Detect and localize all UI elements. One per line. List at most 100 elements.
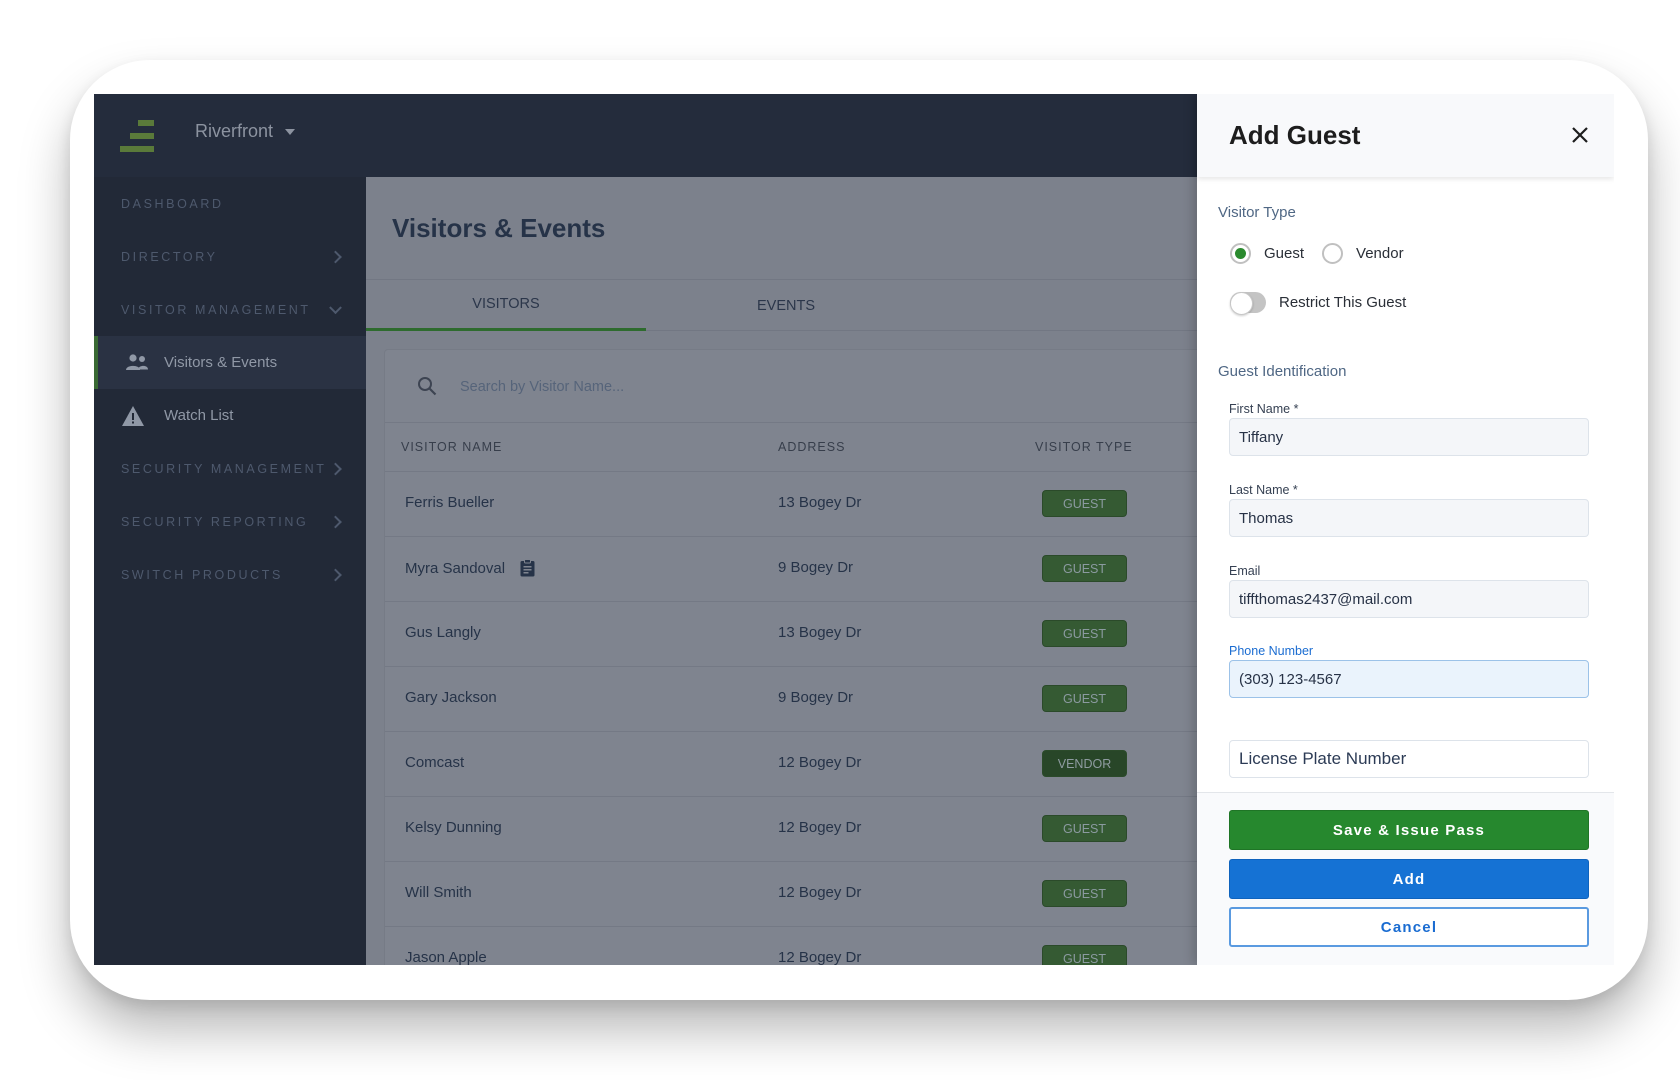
site-switcher[interactable]: Riverfront bbox=[195, 121, 296, 142]
chevron-right-icon bbox=[329, 515, 342, 528]
first-name-label: First Name * bbox=[1229, 402, 1299, 416]
sidebar-item-label: Visitors & Events bbox=[164, 354, 278, 371]
phone-number-field[interactable] bbox=[1229, 660, 1589, 698]
sidebar: DASHBOARD DIRECTORY VISITOR MANAGEMENT V… bbox=[94, 177, 366, 965]
visitor-name-cell: Gary Jackson bbox=[405, 689, 497, 706]
people-icon bbox=[126, 353, 148, 370]
visitor-name-cell: Jason Apple bbox=[405, 949, 487, 965]
save-issue-pass-button[interactable]: Save & Issue Pass bbox=[1229, 810, 1589, 850]
email-field[interactable] bbox=[1229, 580, 1589, 618]
sidebar-section-security-reporting[interactable]: SECURITY REPORTING bbox=[94, 495, 366, 548]
visitor-name-cell: Will Smith bbox=[405, 884, 472, 901]
app-window: Riverfront DASHBOARD DIRECTORY VISITOR M… bbox=[94, 94, 1614, 965]
visitor-name: Ferris Bueller bbox=[405, 494, 495, 511]
search-bar bbox=[385, 350, 1213, 423]
close-icon[interactable] bbox=[1566, 121, 1594, 149]
visitor-type-badge: VENDOR bbox=[1042, 750, 1127, 777]
address-cell: 12 Bogey Dr bbox=[778, 884, 862, 901]
sidebar-item-label: Watch List bbox=[164, 407, 234, 424]
tab-label: VISITORS bbox=[472, 296, 540, 312]
panel-footer: Save & Issue Pass Add Cancel bbox=[1197, 792, 1614, 965]
visitor-type-label: Visitor Type bbox=[1218, 204, 1296, 221]
visitor-name-cell: Ferris Bueller bbox=[405, 494, 494, 511]
sidebar-section-security-management[interactable]: SECURITY MANAGEMENT bbox=[94, 442, 366, 495]
visitor-name: Gary Jackson bbox=[405, 689, 497, 706]
address-cell: 9 Bogey Dr bbox=[778, 689, 854, 706]
add-guest-panel: Add Guest Visitor Type Guest Vendor Rest… bbox=[1197, 94, 1614, 965]
visitor-type-badge: GUEST bbox=[1042, 620, 1127, 647]
sidebar-section-label: SECURITY MANAGEMENT bbox=[121, 461, 327, 476]
chevron-right-icon bbox=[329, 250, 342, 263]
tab-bar: VISITORS EVENTS bbox=[366, 279, 1197, 331]
caret-down-icon bbox=[285, 128, 296, 135]
table-row[interactable]: Will Smith 12 Bogey Dr GUEST bbox=[385, 862, 1213, 927]
visitor-name-cell: Myra Sandoval bbox=[405, 559, 535, 577]
column-header-visitor-name[interactable]: VISITOR NAME bbox=[401, 440, 502, 454]
chevron-right-icon bbox=[329, 568, 342, 581]
visitor-type-badge: GUEST bbox=[1042, 945, 1127, 965]
main-content: Visitors & Events VISITORS EVENTS VISITO… bbox=[366, 177, 1214, 965]
visitor-name-cell: Comcast bbox=[405, 754, 464, 771]
sidebar-section-label: DIRECTORY bbox=[121, 249, 218, 264]
last-name-label: Last Name * bbox=[1229, 483, 1298, 497]
sidebar-item-visitors-events[interactable]: Visitors & Events bbox=[94, 336, 366, 389]
radio-guest-label[interactable]: Guest bbox=[1264, 245, 1304, 262]
address-cell: 12 Bogey Dr bbox=[778, 754, 862, 771]
visitor-type-radio-group: Guest Vendor bbox=[1230, 243, 1422, 264]
sidebar-section-label: SECURITY REPORTING bbox=[121, 514, 309, 529]
table-row[interactable]: Myra Sandoval 9 Bogey Dr GUEST bbox=[385, 537, 1213, 602]
guest-identification-label: Guest Identification bbox=[1218, 363, 1347, 380]
visitor-name-cell: Kelsy Dunning bbox=[405, 819, 502, 836]
sidebar-item-watch-list[interactable]: Watch List bbox=[94, 389, 366, 442]
top-bar: Riverfront bbox=[94, 94, 1197, 177]
radio-guest[interactable] bbox=[1230, 243, 1251, 264]
page-title: Visitors & Events bbox=[392, 213, 606, 243]
first-name-field[interactable] bbox=[1229, 418, 1589, 456]
visitor-name: Will Smith bbox=[405, 884, 472, 901]
add-button[interactable]: Add bbox=[1229, 859, 1589, 899]
table-row[interactable]: Comcast 12 Bogey Dr VENDOR bbox=[385, 732, 1213, 797]
sidebar-section-label: SWITCH PRODUCTS bbox=[121, 567, 283, 582]
clipboard-icon[interactable] bbox=[520, 559, 535, 577]
radio-vendor-label[interactable]: Vendor bbox=[1356, 245, 1404, 262]
visitor-type-badge: GUEST bbox=[1042, 815, 1127, 842]
tab-events[interactable]: EVENTS bbox=[646, 280, 926, 331]
table-row[interactable]: Gary Jackson 9 Bogey Dr GUEST bbox=[385, 667, 1213, 732]
address-cell: 12 Bogey Dr bbox=[778, 819, 862, 836]
table-header: VISITOR NAME ADDRESS VISITOR TYPE bbox=[385, 423, 1213, 472]
restrict-guest-toggle[interactable] bbox=[1230, 292, 1266, 315]
panel-header: Add Guest bbox=[1197, 94, 1614, 177]
visitor-name-cell: Gus Langly bbox=[405, 624, 481, 641]
column-header-visitor-type[interactable]: VISITOR TYPE bbox=[1035, 440, 1133, 454]
visitor-type-badge: GUEST bbox=[1042, 555, 1127, 582]
table-row[interactable]: Kelsy Dunning 12 Bogey Dr GUEST bbox=[385, 797, 1213, 862]
tab-visitors[interactable]: VISITORS bbox=[366, 280, 646, 331]
site-name: Riverfront bbox=[195, 121, 274, 141]
visitor-type-badge: GUEST bbox=[1042, 880, 1127, 907]
visitor-name: Jason Apple bbox=[405, 949, 487, 965]
table-row[interactable]: Gus Langly 13 Bogey Dr GUEST bbox=[385, 602, 1213, 667]
warning-triangle-icon bbox=[122, 405, 144, 426]
sidebar-section-label: DASHBOARD bbox=[121, 196, 224, 211]
chevron-down-icon bbox=[329, 300, 342, 314]
address-cell: 12 Bogey Dr bbox=[778, 949, 862, 965]
restrict-guest-label: Restrict This Guest bbox=[1279, 294, 1407, 311]
address-cell: 9 Bogey Dr bbox=[778, 559, 854, 576]
visitor-type-badge: GUEST bbox=[1042, 490, 1127, 517]
stacked-bars-logo-icon bbox=[120, 120, 154, 154]
table-row[interactable]: Ferris Bueller 13 Bogey Dr GUEST bbox=[385, 472, 1213, 537]
search-input[interactable] bbox=[460, 372, 960, 402]
visitors-table-card: VISITOR NAME ADDRESS VISITOR TYPE Ferris… bbox=[384, 349, 1214, 965]
sidebar-section-switch-products[interactable]: SWITCH PRODUCTS bbox=[94, 548, 366, 601]
radio-vendor[interactable] bbox=[1322, 243, 1344, 264]
table-row[interactable]: Jason Apple 12 Bogey Dr GUEST bbox=[385, 927, 1213, 965]
sidebar-section-dashboard[interactable]: DASHBOARD bbox=[94, 177, 366, 230]
sidebar-section-visitor-management[interactable]: VISITOR MANAGEMENT bbox=[94, 283, 366, 336]
last-name-field[interactable] bbox=[1229, 499, 1589, 537]
cancel-button[interactable]: Cancel bbox=[1229, 907, 1589, 947]
column-header-address[interactable]: ADDRESS bbox=[778, 440, 845, 454]
sidebar-section-directory[interactable]: DIRECTORY bbox=[94, 230, 366, 283]
address-cell: 13 Bogey Dr bbox=[778, 624, 862, 641]
search-icon bbox=[418, 377, 437, 396]
license-plate-field[interactable] bbox=[1229, 740, 1589, 778]
